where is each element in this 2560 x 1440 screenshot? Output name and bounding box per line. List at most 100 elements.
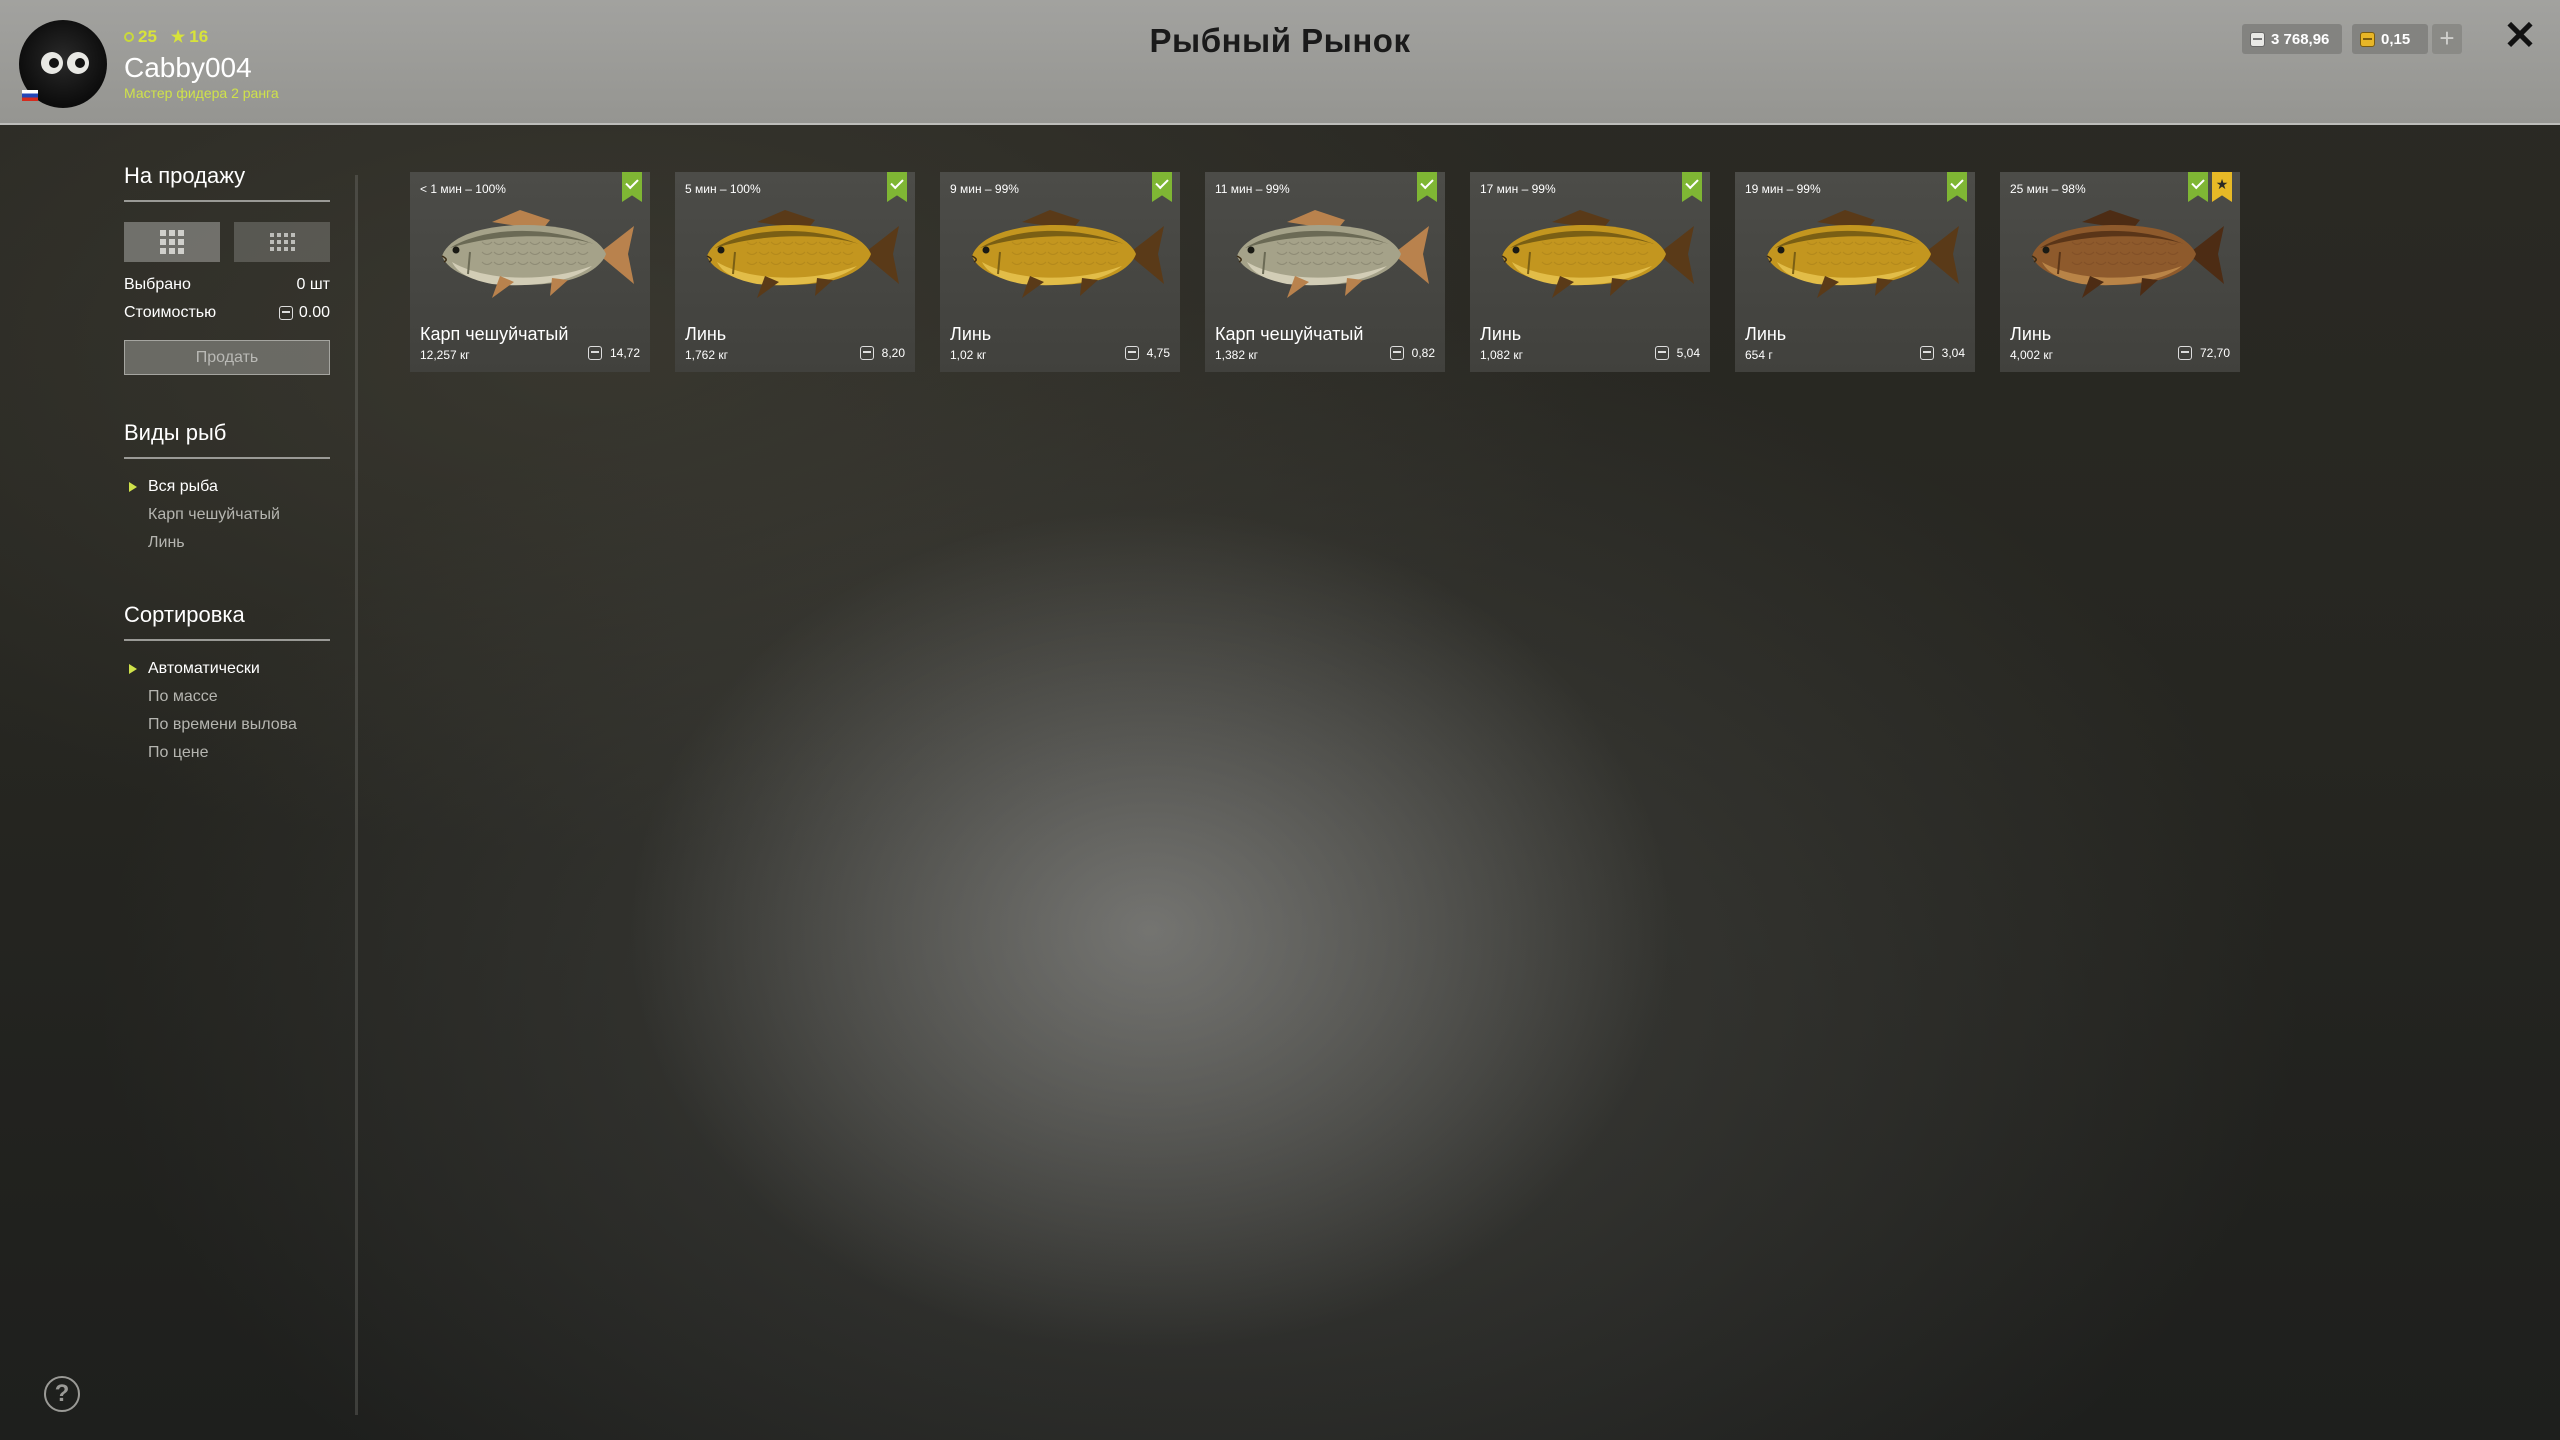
player-rank: Мастер фидера 2 ранга bbox=[124, 85, 279, 101]
sale-section-title: На продажу bbox=[124, 160, 330, 202]
sort-option[interactable]: Автоматически bbox=[124, 655, 330, 683]
sell-button[interactable]: Продать bbox=[124, 340, 330, 375]
fish-name: Карп чешуйчатый bbox=[420, 324, 569, 344]
species-option[interactable]: Вся рыба bbox=[124, 473, 330, 501]
species-section: Виды рыб Вся рыба Карп чешуйчатый Линь bbox=[124, 417, 330, 557]
card-badges bbox=[1152, 172, 1172, 202]
catch-time-condition: 17 мин – 99% bbox=[1480, 182, 1556, 196]
sidebar: На продажу Выбрано 0 шт Стоимостью 0.00 … bbox=[124, 160, 330, 767]
gold-value: 0,15 bbox=[2381, 30, 2411, 48]
fish-price-value: 5,04 bbox=[1676, 346, 1700, 360]
fish-price: 8,20 bbox=[859, 346, 905, 360]
fish-card[interactable]: 25 мин – 98% ★ Линь 4,002 кг 72,70 bbox=[2000, 172, 2240, 372]
catch-time-condition: 11 мин – 99% bbox=[1215, 182, 1290, 196]
checkmark-icon bbox=[1155, 175, 1169, 190]
card-badges bbox=[1682, 172, 1702, 202]
sidebar-divider bbox=[355, 175, 358, 1415]
silver-coin-icon bbox=[278, 306, 293, 320]
cost-value: 0.00 bbox=[298, 304, 330, 321]
large-grid-view-button[interactable] bbox=[124, 222, 220, 262]
tench-image bbox=[706, 210, 899, 298]
carp-image bbox=[1236, 210, 1429, 298]
sorting-section: Сортировка Автоматически По массе По време… bbox=[124, 599, 330, 767]
tench-image bbox=[971, 210, 1164, 298]
fish-price: 3,04 bbox=[1919, 346, 1965, 360]
fish-card[interactable]: 17 мин – 99% Линь 1,082 кг 5,04 bbox=[1470, 172, 1710, 372]
select-checkbox[interactable] bbox=[1682, 172, 1702, 202]
close-button[interactable]: ✕ bbox=[2500, 16, 2540, 56]
help-button[interactable]: ? bbox=[44, 1376, 80, 1412]
silver-coin-icon bbox=[1389, 346, 1404, 360]
fish-weight: 12,257 кг bbox=[420, 348, 470, 362]
fish-price-value: 0,82 bbox=[1411, 346, 1435, 360]
fish-price-value: 3,04 bbox=[1941, 346, 1965, 360]
select-checkbox[interactable] bbox=[622, 172, 642, 202]
top-bar: 25 ★ 16 Cabby004 Мастер фидера 2 ранга Р… bbox=[0, 0, 2560, 125]
fish-weight: 1,02 кг bbox=[950, 348, 987, 362]
add-currency-button[interactable]: + bbox=[2432, 24, 2462, 54]
silver-coin-icon bbox=[1124, 346, 1139, 360]
species-option[interactable]: Карп чешуйчатый bbox=[124, 501, 330, 529]
fish-price-value: 8,20 bbox=[881, 346, 905, 360]
fish-name: Карп чешуйчатый bbox=[1215, 324, 1364, 344]
checkmark-icon bbox=[890, 175, 904, 190]
fish-card[interactable]: < 1 мин – 100% Карп чешуйчатый 12,257 кг 14… bbox=[410, 172, 650, 372]
species-option[interactable]: Линь bbox=[124, 529, 330, 557]
fish-name: Линь bbox=[685, 324, 727, 344]
checkmark-icon bbox=[2191, 175, 2205, 190]
fish-card[interactable]: 11 мин – 99% Карп чешуйчатый 1,382 кг 0,82 bbox=[1205, 172, 1445, 372]
fish-weight: 1,082 кг bbox=[1480, 348, 1523, 362]
silver-coin-icon bbox=[2177, 346, 2192, 360]
selected-count-row: Выбрано 0 шт bbox=[124, 276, 330, 294]
checkmark-icon bbox=[1420, 175, 1434, 190]
star-icon: ★ bbox=[2215, 176, 2229, 192]
select-checkbox[interactable] bbox=[1417, 172, 1437, 202]
select-checkbox[interactable] bbox=[2188, 172, 2208, 202]
silver-coin-icon bbox=[1654, 346, 1669, 360]
tench-image bbox=[1501, 210, 1694, 298]
sort-option[interactable]: По времени вылова bbox=[124, 711, 330, 739]
fish-price: 72,70 bbox=[2177, 346, 2230, 360]
card-badges: ★ bbox=[2188, 172, 2232, 202]
checkmark-icon bbox=[1685, 175, 1699, 190]
fish-name: Линь bbox=[950, 324, 992, 344]
cost-value-wrap: 0.00 bbox=[278, 304, 330, 322]
fish-price-value: 4,75 bbox=[1146, 346, 1170, 360]
gold-balance: 0,15 bbox=[2352, 24, 2428, 54]
checkmark-icon bbox=[625, 175, 639, 190]
catch-time-condition: 25 мин – 98% bbox=[2010, 182, 2086, 196]
sorting-section-title: Сортировка bbox=[124, 599, 330, 641]
catch-time-condition: 9 мин – 99% bbox=[950, 182, 1019, 196]
fish-price: 14,72 bbox=[587, 346, 640, 360]
fish-price-value: 14,72 bbox=[609, 346, 640, 360]
fish-card[interactable]: 19 мин – 99% Линь 654 г 3,04 bbox=[1735, 172, 1975, 372]
cost-label: Стоимостью bbox=[124, 304, 217, 321]
select-checkbox[interactable] bbox=[1152, 172, 1172, 202]
checkmark-icon bbox=[1950, 175, 1964, 190]
fish-card[interactable]: 5 мин – 100% Линь 1,762 кг 8,20 bbox=[675, 172, 915, 372]
russia-flag-icon bbox=[22, 90, 38, 101]
fish-weight: 654 г bbox=[1745, 348, 1773, 362]
catch-time-condition: < 1 мин – 100% bbox=[420, 182, 506, 196]
fish-name: Линь bbox=[1745, 324, 1787, 344]
species-list: Вся рыба Карп чешуйчатый Линь bbox=[124, 473, 330, 557]
view-mode-toggle bbox=[124, 222, 330, 262]
tench-image bbox=[2031, 210, 2224, 298]
favorite-star-badge[interactable]: ★ bbox=[2212, 172, 2232, 202]
fish-card[interactable]: 9 мин – 99% Линь 1,02 кг 4,75 bbox=[940, 172, 1180, 372]
fish-price: 4,75 bbox=[1124, 346, 1170, 360]
small-grid-view-button[interactable] bbox=[234, 222, 330, 262]
silver-coin-icon bbox=[587, 346, 602, 360]
sort-option[interactable]: По цене bbox=[124, 739, 330, 767]
fish-name: Линь bbox=[2010, 324, 2052, 344]
fish-card-grid: < 1 мин – 100% Карп чешуйчатый 12,257 кг 14… bbox=[410, 172, 2240, 372]
fish-name: Линь bbox=[1480, 324, 1522, 344]
sorting-list: Автоматически По массе По времени вылова По… bbox=[124, 655, 330, 767]
sort-option[interactable]: По массе bbox=[124, 683, 330, 711]
card-badges bbox=[887, 172, 907, 202]
select-checkbox[interactable] bbox=[887, 172, 907, 202]
select-checkbox[interactable] bbox=[1947, 172, 1967, 202]
fish-weight: 1,762 кг bbox=[685, 348, 728, 362]
gold-coin-icon bbox=[2360, 31, 2375, 47]
small-grid-icon bbox=[269, 233, 295, 251]
